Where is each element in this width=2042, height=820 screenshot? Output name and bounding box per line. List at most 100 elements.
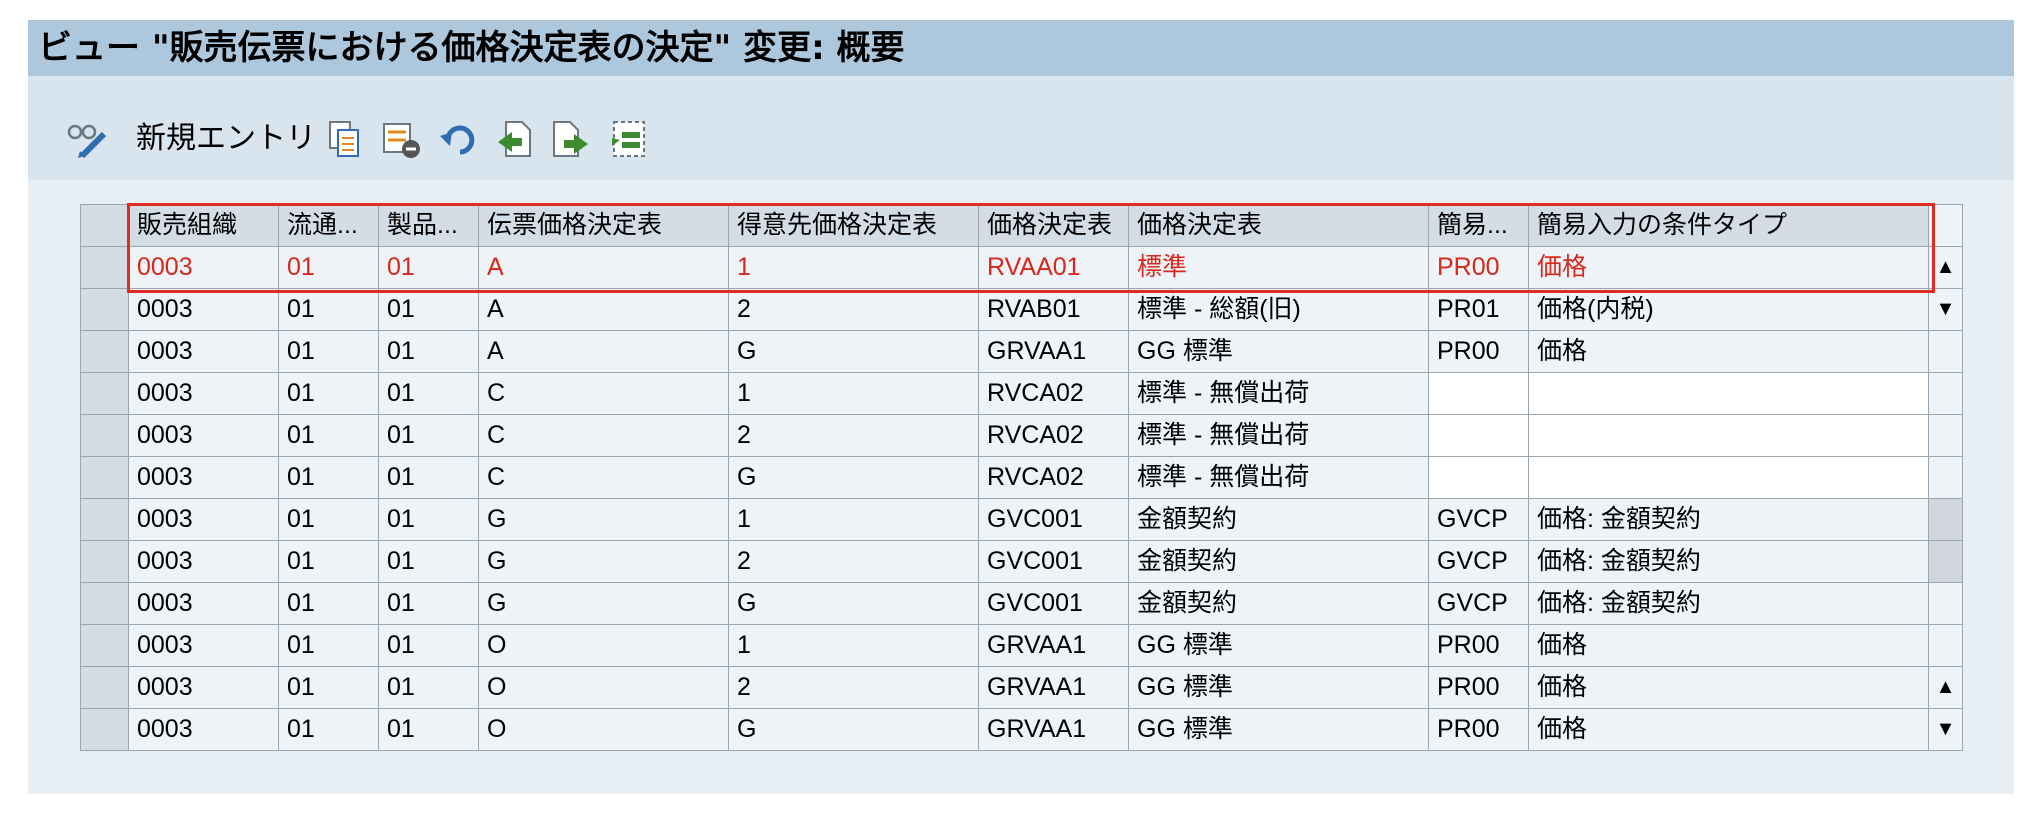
scrollbar-track[interactable]: [1928, 624, 1963, 667]
row-selector[interactable]: [80, 414, 129, 457]
column-header[interactable]: 販売組織: [128, 204, 279, 247]
table-cell[interactable]: [1528, 456, 1929, 499]
table-cell: G: [728, 330, 979, 373]
row-selector[interactable]: [80, 708, 129, 751]
table-cell: C: [478, 456, 729, 499]
column-header[interactable]: 簡易...: [1428, 204, 1529, 247]
display-change-button[interactable]: [66, 118, 108, 160]
table-cell[interactable]: GVCP: [1428, 498, 1529, 541]
table-cell[interactable]: [1528, 372, 1929, 415]
table-cell[interactable]: 価格: [1528, 666, 1929, 709]
scroll-down-arrow[interactable]: ▼: [1928, 708, 1963, 751]
row-selector[interactable]: [80, 288, 129, 331]
column-header[interactable]: 伝票価格決定表: [478, 204, 729, 247]
table-cell[interactable]: [1428, 414, 1529, 457]
row-selector[interactable]: [80, 456, 129, 499]
table-row[interactable]: 0003 01 01 G 1 GVC001 金額契約 GVCP 価格: 金額契約: [80, 498, 1963, 541]
row-selector[interactable]: [80, 666, 129, 709]
new-entries-button[interactable]: 新規エントリ: [136, 121, 316, 157]
scrollbar-thumb[interactable]: [1928, 498, 1963, 541]
scrollbar-corner: [1928, 204, 1963, 247]
row-selector[interactable]: [80, 498, 129, 541]
table-cell: 01: [278, 456, 379, 499]
column-header[interactable]: 価格決定表: [978, 204, 1129, 247]
undo-icon: [440, 125, 475, 155]
next-entry-button[interactable]: [550, 118, 592, 160]
table-cell[interactable]: PR00: [1428, 330, 1529, 373]
row-selector[interactable]: [80, 372, 129, 415]
row-selector[interactable]: [80, 246, 129, 289]
delete-rows-icon: [383, 123, 420, 158]
table-row[interactable]: 0003 01 01 A 1 RVAA01 標準 PR00 価格 ▲: [80, 246, 1963, 289]
table-cell[interactable]: 価格: [1528, 624, 1929, 667]
table-cell: 01: [278, 624, 379, 667]
table-cell[interactable]: 価格: 金額契約: [1528, 582, 1929, 625]
scroll-down-arrow[interactable]: ▼: [1928, 288, 1963, 331]
table-cell: GRVAA1: [978, 330, 1129, 373]
table-cell[interactable]: PR01: [1428, 288, 1529, 331]
table-cell: 01: [378, 372, 479, 415]
glasses-pencil-icon: [67, 124, 107, 159]
table-cell: 1: [728, 372, 979, 415]
row-selector[interactable]: [80, 624, 129, 667]
scroll-up-arrow[interactable]: ▲: [1928, 666, 1963, 709]
copy-as-button[interactable]: [324, 118, 366, 160]
table-cell[interactable]: [1528, 414, 1929, 457]
select-block-button[interactable]: [608, 118, 650, 160]
table-row[interactable]: 0003 01 01 G G GVC001 金額契約 GVCP 価格: 金額契約: [80, 582, 1963, 625]
scrollbar-thumb[interactable]: [1928, 540, 1963, 583]
scrollbar-track[interactable]: [1928, 330, 1963, 373]
previous-entry-icon: [498, 121, 531, 157]
select-all-cell[interactable]: [80, 204, 129, 247]
row-selector[interactable]: [80, 582, 129, 625]
table-cell[interactable]: PR00: [1428, 624, 1529, 667]
table-row[interactable]: 0003 01 01 C 2 RVCA02 標準 - 無償出荷: [80, 414, 1963, 457]
table-row[interactable]: 0003 01 01 O 2 GRVAA1 GG 標準 PR00 価格 ▲: [80, 666, 1963, 709]
table-cell[interactable]: GVCP: [1428, 540, 1529, 583]
table-row[interactable]: 0003 01 01 A G GRVAA1 GG 標準 PR00 価格: [80, 330, 1963, 373]
table-cell: 0003: [128, 246, 279, 289]
table-cell: G: [478, 582, 729, 625]
scrollbar-track[interactable]: [1928, 372, 1963, 415]
previous-entry-button[interactable]: [494, 118, 536, 160]
table-row[interactable]: 0003 01 01 O 1 GRVAA1 GG 標準 PR00 価格: [80, 624, 1963, 667]
table-cell[interactable]: 価格(内税): [1528, 288, 1929, 331]
table-cell: 金額契約: [1128, 498, 1429, 541]
table-cell[interactable]: 価格: [1528, 246, 1929, 289]
scrollbar-track[interactable]: [1928, 414, 1963, 457]
column-header[interactable]: 簡易入力の条件タイプ: [1528, 204, 1929, 247]
table-cell: 01: [278, 498, 379, 541]
table-cell[interactable]: PR00: [1428, 708, 1529, 751]
table-cell[interactable]: 価格: 金額契約: [1528, 498, 1929, 541]
row-selector[interactable]: [80, 330, 129, 373]
table-row[interactable]: 0003 01 01 A 2 RVAB01 標準 - 総額(旧) PR01 価格(内税) ▼: [80, 288, 1963, 331]
table-cell: 01: [378, 330, 479, 373]
column-header[interactable]: 価格決定表: [1128, 204, 1429, 247]
table-cell: GG 標準: [1128, 624, 1429, 667]
table-cell[interactable]: 価格: 金額契約: [1528, 540, 1929, 583]
table-row[interactable]: 0003 01 01 O G GRVAA1 GG 標準 PR00 価格 ▼: [80, 708, 1963, 751]
column-header[interactable]: 得意先価格決定表: [728, 204, 979, 247]
scrollbar-track[interactable]: [1928, 582, 1963, 625]
table-cell: 01: [278, 372, 379, 415]
delete-button[interactable]: [380, 118, 422, 160]
table-cell[interactable]: 価格: [1528, 330, 1929, 373]
column-header[interactable]: 流通...: [278, 204, 379, 247]
table-row[interactable]: 0003 01 01 C G RVCA02 標準 - 無償出荷: [80, 456, 1963, 499]
table-cell: 01: [278, 666, 379, 709]
table-cell[interactable]: [1428, 372, 1529, 415]
column-header[interactable]: 製品...: [378, 204, 479, 247]
undo-button[interactable]: [438, 118, 480, 160]
table-cell[interactable]: [1428, 456, 1529, 499]
table-cell[interactable]: PR00: [1428, 666, 1529, 709]
table-cell: 01: [278, 708, 379, 751]
row-selector[interactable]: [80, 540, 129, 583]
table-row[interactable]: 0003 01 01 G 2 GVC001 金額契約 GVCP 価格: 金額契約: [80, 540, 1963, 583]
table-cell[interactable]: PR00: [1428, 246, 1529, 289]
table-cell[interactable]: GVCP: [1428, 582, 1529, 625]
table-cell: A: [478, 288, 729, 331]
table-cell[interactable]: 価格: [1528, 708, 1929, 751]
scrollbar-track[interactable]: [1928, 456, 1963, 499]
scroll-up-arrow[interactable]: ▲: [1928, 246, 1963, 289]
table-row[interactable]: 0003 01 01 C 1 RVCA02 標準 - 無償出荷: [80, 372, 1963, 415]
